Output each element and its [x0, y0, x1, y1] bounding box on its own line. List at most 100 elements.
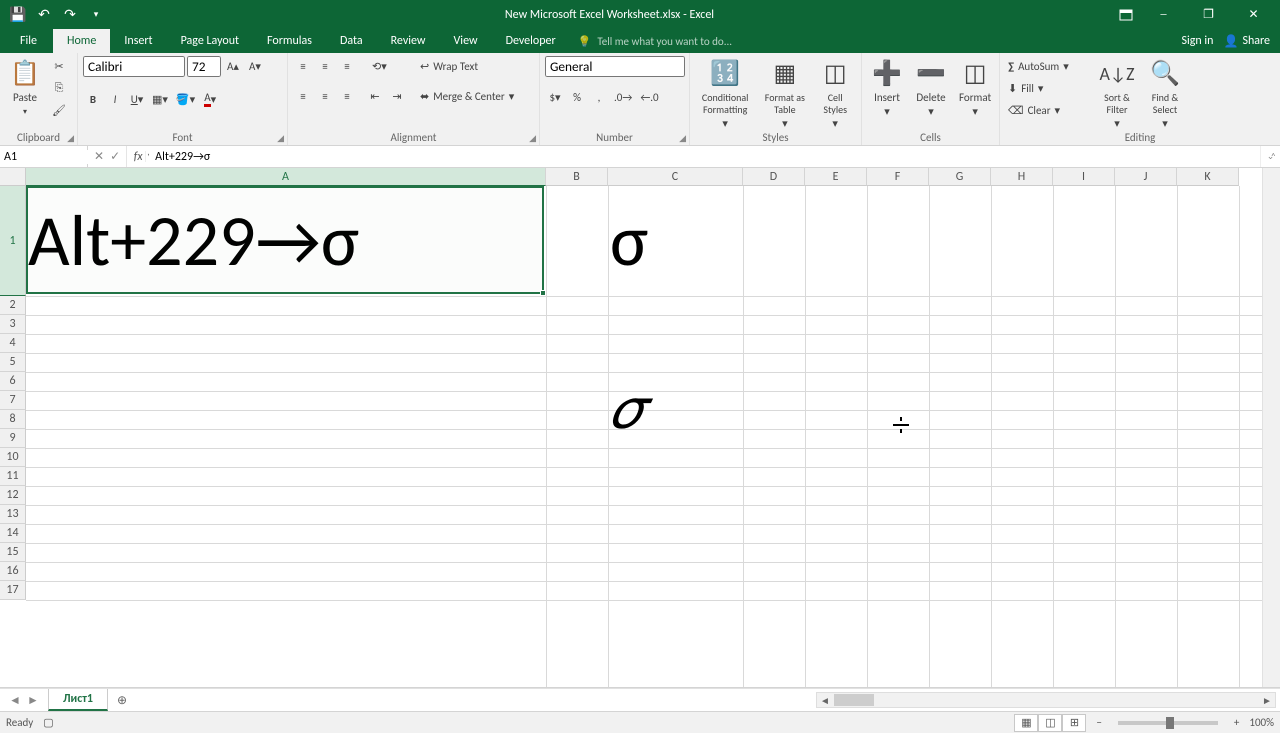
sign-in-link[interactable]: Sign in	[1181, 34, 1213, 48]
tab-view[interactable]: View	[440, 29, 492, 53]
format-painter-button[interactable]: 🖌	[49, 100, 69, 120]
select-all-corner[interactable]	[0, 168, 26, 186]
align-bottom-button[interactable]: ≡	[337, 56, 357, 76]
percent-button[interactable]: %	[567, 87, 587, 107]
zoom-in-button[interactable]: +	[1234, 716, 1239, 729]
qat-customize-icon[interactable]: ▾	[84, 3, 108, 27]
clear-button[interactable]: ⌫Clear ▾	[1005, 100, 1091, 120]
conditional-formatting-button[interactable]: 🔢 Conditional Formatting▾	[695, 56, 755, 130]
tab-formulas[interactable]: Formulas	[253, 29, 326, 53]
minimize-icon[interactable]: ─	[1141, 0, 1186, 29]
format-cells-button[interactable]: ◫ Format▾	[955, 56, 995, 118]
row-header[interactable]: 12	[0, 486, 26, 505]
column-header[interactable]: B	[546, 168, 608, 186]
tab-developer[interactable]: Developer	[492, 29, 570, 53]
increase-indent-button[interactable]: ⇥	[387, 86, 407, 106]
column-header[interactable]: H	[991, 168, 1053, 186]
find-select-button[interactable]: 🔍 Find & Select▾	[1143, 56, 1187, 130]
row-header[interactable]: 2	[0, 296, 26, 315]
row-header[interactable]: 16	[0, 562, 26, 581]
sheet-tab-active[interactable]: Лист1	[48, 689, 108, 711]
tab-insert[interactable]: Insert	[110, 29, 166, 53]
bold-button[interactable]: B	[83, 89, 103, 109]
delete-cells-button[interactable]: ➖ Delete▾	[911, 56, 951, 118]
tab-page-layout[interactable]: Page Layout	[167, 29, 253, 53]
row-header[interactable]: 6	[0, 372, 26, 391]
row-header[interactable]: 4	[0, 334, 26, 353]
borders-button[interactable]: ▦▾	[149, 89, 171, 109]
row-header[interactable]: 13	[0, 505, 26, 524]
fill-color-button[interactable]: 🪣▾	[173, 89, 198, 109]
formula-input[interactable]	[149, 146, 1260, 167]
close-icon[interactable]: ✕	[1231, 0, 1276, 29]
column-header[interactable]: K	[1177, 168, 1239, 186]
tab-file[interactable]: File	[4, 29, 53, 53]
tab-review[interactable]: Review	[377, 29, 440, 53]
column-header[interactable]: F	[867, 168, 929, 186]
decrease-font-button[interactable]: A▾	[245, 57, 265, 77]
cell-A1[interactable]: Alt+229→σ	[26, 186, 359, 296]
zoom-level[interactable]: 100%	[1249, 716, 1274, 729]
increase-decimal-button[interactable]: .0→	[611, 87, 635, 107]
zoom-out-button[interactable]: −	[1096, 716, 1101, 729]
name-box[interactable]: ▼	[0, 146, 88, 167]
zoom-slider[interactable]	[1118, 721, 1218, 725]
align-top-button[interactable]: ≡	[293, 56, 313, 76]
format-as-table-button[interactable]: ▦ Format as Table▾	[759, 56, 810, 130]
tell-me-search[interactable]: 💡 Tell me what you want to do...	[570, 29, 740, 53]
dialog-launcher-icon[interactable]: ◢	[679, 133, 686, 144]
ribbon-display-options-icon[interactable]	[1111, 0, 1141, 29]
autosum-button[interactable]: ∑AutoSum ▾	[1005, 56, 1091, 76]
row-header[interactable]: 3	[0, 315, 26, 334]
row-header[interactable]: 10	[0, 448, 26, 467]
cell-styles-button[interactable]: ◫ Cell Styles▾	[814, 56, 856, 130]
paste-button[interactable]: 📋 Paste ▾	[5, 56, 45, 118]
sheet-nav[interactable]: ◄►	[0, 689, 48, 711]
align-right-button[interactable]: ≡	[337, 86, 357, 106]
fx-icon[interactable]: fx	[127, 146, 149, 167]
dialog-launcher-icon[interactable]: ◢	[277, 133, 284, 144]
enter-formula-icon[interactable]: ✓	[110, 149, 120, 164]
decrease-decimal-button[interactable]: ←.0	[637, 87, 661, 107]
column-header[interactable]: E	[805, 168, 867, 186]
cell-C7[interactable]: 𝜎	[608, 372, 644, 448]
page-break-view-button[interactable]: ⊞	[1062, 714, 1086, 732]
align-left-button[interactable]: ≡	[293, 86, 313, 106]
row-header[interactable]: 14	[0, 524, 26, 543]
align-center-button[interactable]: ≡	[315, 86, 335, 106]
normal-view-button[interactable]: ▦	[1014, 714, 1038, 732]
spreadsheet-grid[interactable]: ABCDEFGHIJK 1234567891011121314151617 Al…	[0, 168, 1280, 688]
font-color-button[interactable]: A▾	[200, 89, 220, 109]
sort-filter-button[interactable]: A↓Z Sort & Filter▾	[1095, 56, 1139, 130]
row-header[interactable]: 1	[0, 186, 26, 296]
row-header[interactable]: 5	[0, 353, 26, 372]
comma-button[interactable]: ,	[589, 87, 609, 107]
new-sheet-button[interactable]: ⊕	[108, 689, 136, 711]
column-header[interactable]: G	[929, 168, 991, 186]
row-header[interactable]: 17	[0, 581, 26, 600]
undo-icon[interactable]: ↶	[32, 3, 56, 27]
currency-button[interactable]: $▾	[545, 87, 565, 107]
increase-font-button[interactable]: A▴	[223, 57, 243, 77]
row-header[interactable]: 8	[0, 410, 26, 429]
row-header[interactable]: 7	[0, 391, 26, 410]
underline-button[interactable]: U▾	[127, 89, 147, 109]
page-layout-view-button[interactable]: ◫	[1038, 714, 1062, 732]
redo-icon[interactable]: ↷	[58, 3, 82, 27]
tab-data[interactable]: Data	[326, 29, 377, 53]
column-header[interactable]: I	[1053, 168, 1115, 186]
row-header[interactable]: 9	[0, 429, 26, 448]
italic-button[interactable]: I	[105, 89, 125, 109]
collapse-ribbon-icon[interactable]: ˄	[1271, 150, 1276, 163]
orientation-button[interactable]: ⟲▾	[369, 56, 390, 76]
insert-cells-button[interactable]: ➕ Insert▾	[867, 56, 907, 118]
vertical-scrollbar[interactable]	[1262, 168, 1280, 687]
cell-C1[interactable]: σ	[608, 186, 648, 296]
font-name-combo[interactable]	[83, 56, 185, 77]
copy-button[interactable]: ⎘	[49, 78, 69, 98]
wrap-text-button[interactable]: ↩Wrap Text	[417, 56, 537, 76]
column-header[interactable]: D	[743, 168, 805, 186]
restore-icon[interactable]: ❐	[1186, 0, 1231, 29]
row-header[interactable]: 15	[0, 543, 26, 562]
save-icon[interactable]: 💾	[6, 3, 30, 27]
